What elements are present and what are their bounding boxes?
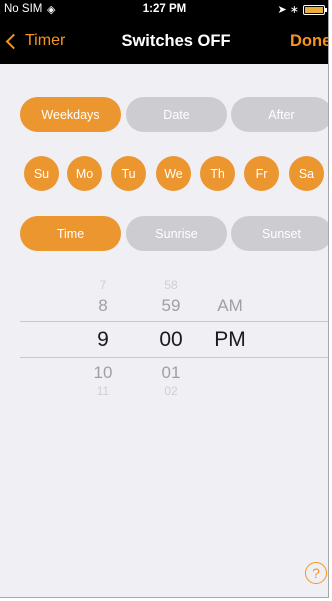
day-toggle-tu[interactable]: Tu [111,156,146,191]
battery-level [305,7,323,13]
ampm-selected[interactable]: PM [210,328,250,352]
hour-option[interactable]: 11 [83,384,123,398]
time-picker[interactable]: 7 8 9 10 11 58 59 00 01 02 AM PM [0,276,328,406]
minute-option[interactable]: 02 [151,384,191,398]
weekdays-tab[interactable]: Weekdays [20,97,121,132]
battery-icon [303,5,327,15]
minute-option[interactable]: 01 [151,363,191,383]
time-tab[interactable]: Time [20,216,121,251]
hour-option[interactable]: 10 [83,363,123,383]
done-button[interactable]: Done [290,32,328,51]
hour-option[interactable]: 7 [83,278,123,292]
minute-selected[interactable]: 00 [151,328,191,352]
hour-selected[interactable]: 9 [83,328,123,352]
minute-option[interactable]: 59 [151,296,191,316]
day-toggle-su[interactable]: Su [24,156,59,191]
minute-option[interactable]: 58 [151,278,191,292]
after-tab[interactable]: After [231,97,328,132]
day-toggle-fr[interactable]: Fr [244,156,279,191]
help-icon[interactable]: ? [305,562,327,584]
page-title: Switches OFF [121,32,231,50]
bluetooth-icon: ➤ ∗ [277,4,300,16]
sunrise-tab[interactable]: Sunrise [126,216,227,251]
hour-option[interactable]: 8 [83,296,123,316]
picker-selection-bottom-line [20,357,328,358]
timer-edit-screen: No SIM ◈ 1:27 PM ➤ ∗ Timer Switches OFF … [0,0,329,598]
navigation-bar: Timer Switches OFF Done [0,20,328,64]
status-bar: No SIM ◈ 1:27 PM ➤ ∗ [0,0,328,20]
day-toggle-sa[interactable]: Sa [289,156,324,191]
date-tab[interactable]: Date [126,97,227,132]
ampm-option[interactable]: AM [210,296,250,316]
day-toggle-th[interactable]: Th [200,156,235,191]
day-toggle-mo[interactable]: Mo [67,156,102,191]
day-toggle-we[interactable]: We [156,156,191,191]
sunset-tab[interactable]: Sunset [231,216,328,251]
picker-selection-top-line [20,321,328,322]
